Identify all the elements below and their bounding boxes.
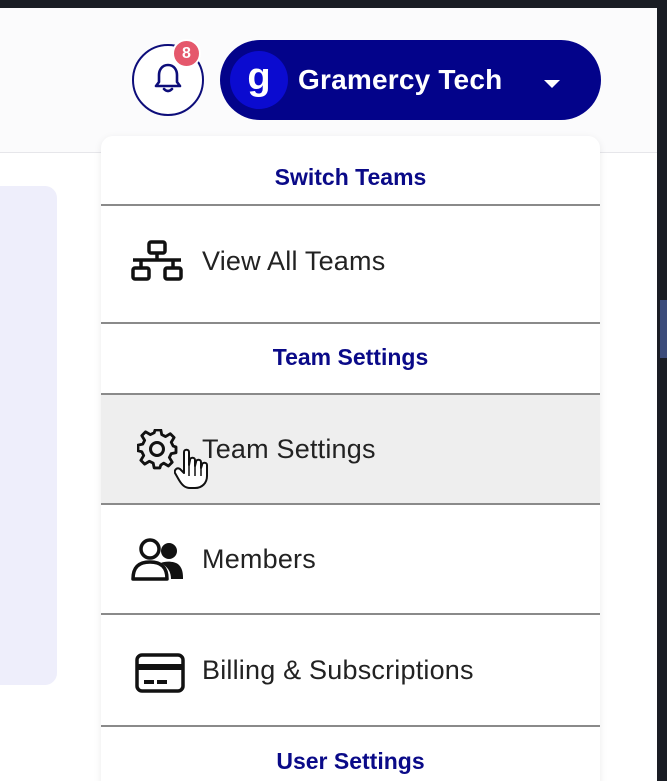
team-avatar: g [230, 51, 288, 109]
divider [101, 725, 600, 727]
users-icon [131, 537, 185, 581]
bell-icon [153, 62, 183, 99]
menu-item-members[interactable]: Members [101, 505, 600, 613]
divider [101, 322, 600, 324]
caret-down-icon [543, 76, 561, 94]
menu-item-billing-subscriptions[interactable]: Billing & Subscriptions [101, 615, 600, 725]
section-heading-switch-teams: Switch Teams [274, 164, 427, 190]
menu-item-view-all-teams[interactable]: View All Teams [101, 206, 600, 316]
sitemap-icon [131, 240, 183, 282]
notification-count-badge: 8 [172, 39, 201, 68]
team-name: Gramercy Tech [298, 64, 503, 95]
menu-item-label: Billing & Subscriptions [202, 654, 474, 685]
window-edge [657, 8, 667, 781]
section-heading-team-settings: Team Settings [272, 344, 429, 370]
section-heading-user-settings: User Settings [276, 748, 425, 774]
menu-item-label: Members [202, 543, 316, 574]
app-window: 8 g Gramercy Tech Switch Teams View All … [0, 8, 657, 781]
scrollbar-thumb[interactable] [660, 300, 667, 358]
credit-card-icon [135, 653, 185, 693]
menu-item-label: Team Settings [202, 433, 376, 464]
content-panel [0, 186, 57, 685]
menu-item-label: View All Teams [202, 245, 386, 276]
gear-icon [137, 429, 179, 471]
team-switcher-button[interactable]: g Gramercy Tech [220, 40, 601, 120]
hand-pointer-icon [173, 448, 210, 495]
